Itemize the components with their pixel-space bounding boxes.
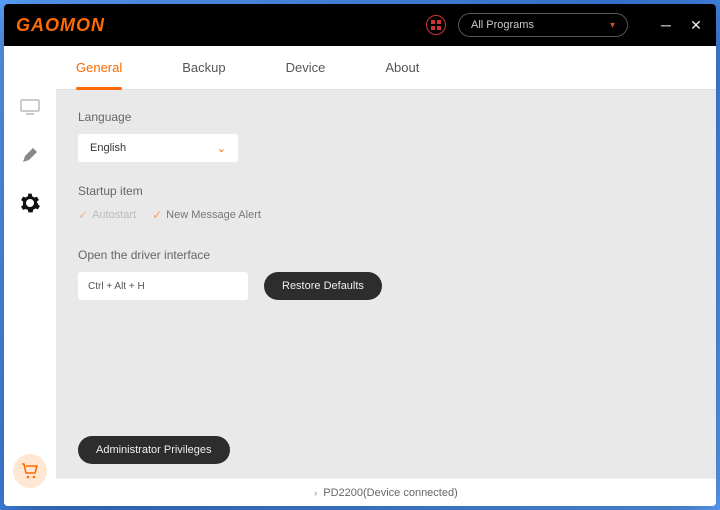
startup-checks: ✓ Autostart ✓ New Message Alert: [78, 208, 694, 222]
app-window: GAOMON All Programs ▾ ─ ✕: [4, 4, 716, 506]
body: General Backup Device About Language Eng…: [4, 46, 716, 506]
open-driver-label: Open the driver interface: [78, 248, 694, 262]
language-select[interactable]: English ⌄: [78, 134, 238, 162]
startup-label: Startup item: [78, 184, 694, 198]
program-selector[interactable]: All Programs ▾: [458, 13, 628, 37]
admin-privileges-button[interactable]: Administrator Privileges: [78, 436, 230, 464]
tab-backup[interactable]: Backup: [182, 54, 225, 81]
language-label: Language: [78, 110, 694, 124]
close-button[interactable]: ✕: [688, 17, 704, 34]
brand-logo: GAOMON: [16, 15, 105, 36]
language-value: English: [90, 142, 126, 154]
status-text: PD2200(Device connected): [323, 487, 458, 499]
sessions-icon[interactable]: [426, 15, 446, 35]
tabs: General Backup Device About: [56, 46, 716, 90]
tab-general[interactable]: General: [76, 54, 122, 81]
hotkey-row: Ctrl + Alt + H Restore Defaults: [78, 272, 694, 300]
cart-icon: [21, 462, 39, 480]
display-icon[interactable]: [19, 96, 41, 118]
content: Language English ⌄ Startup item ✓ Autost…: [56, 90, 716, 478]
tab-device[interactable]: Device: [286, 54, 326, 81]
titlebar: GAOMON All Programs ▾ ─ ✕: [4, 4, 716, 46]
program-selector-label: All Programs: [471, 19, 534, 31]
window-controls: ─ ✕: [658, 17, 704, 34]
sidebar: [4, 46, 56, 506]
check-icon: ✓: [152, 208, 162, 222]
chevron-right-icon: ›: [314, 488, 317, 498]
pen-icon[interactable]: [19, 144, 41, 166]
new-message-checkbox[interactable]: ✓ New Message Alert: [152, 208, 261, 222]
autostart-checkbox[interactable]: ✓ Autostart: [78, 208, 136, 222]
statusbar[interactable]: › PD2200(Device connected): [56, 478, 716, 506]
main: General Backup Device About Language Eng…: [56, 46, 716, 506]
hotkey-input[interactable]: Ctrl + Alt + H: [78, 272, 248, 300]
chevron-down-icon: ▾: [610, 20, 615, 31]
tab-about[interactable]: About: [385, 54, 419, 81]
chevron-down-icon: ⌄: [217, 142, 226, 155]
gear-icon[interactable]: [19, 192, 41, 214]
minimize-button[interactable]: ─: [658, 17, 674, 33]
check-icon: ✓: [78, 208, 88, 222]
store-button[interactable]: [13, 454, 47, 488]
restore-defaults-button[interactable]: Restore Defaults: [264, 272, 382, 300]
